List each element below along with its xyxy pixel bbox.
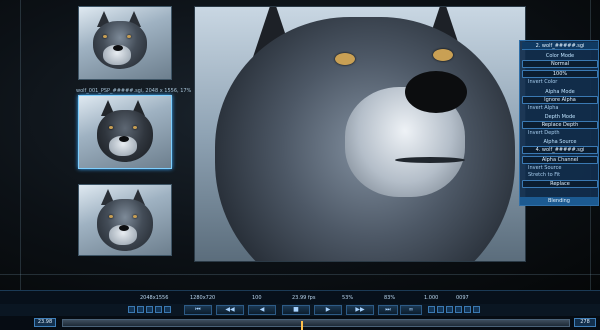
wolf-closeup-image: [195, 7, 525, 261]
alpha-mode-heading: Alpha Mode: [545, 89, 575, 95]
invert-depth-toggle[interactable]: Invert Depth: [522, 130, 598, 136]
invert-alpha-toggle[interactable]: Invert Alpha: [522, 105, 598, 111]
playhead-handle[interactable]: [301, 321, 303, 330]
play-reverse-button[interactable]: ◀: [248, 305, 276, 315]
thumbnail-2[interactable]: [78, 95, 172, 169]
color-mode-heading: Color Mode: [545, 53, 575, 59]
first-frame-button[interactable]: ⏮: [184, 305, 212, 315]
invert-source-toggle[interactable]: Invert Source: [522, 165, 598, 171]
thumbnail-label: wolf_001_PSP_#####.sgi, 2048 x 1556, 17%: [76, 88, 192, 94]
resolution-a: 2048x1556: [140, 295, 169, 301]
view-mode-icon[interactable]: [146, 306, 153, 313]
fps-value: 23.99 fps: [292, 295, 316, 301]
replace-select[interactable]: Replace: [522, 180, 598, 188]
percent-a: 53%: [342, 295, 354, 301]
wolf-image: [93, 100, 163, 168]
timeline-end-field[interactable]: 278: [574, 318, 596, 327]
depth-mode-select[interactable]: Replace Depth: [522, 121, 598, 129]
thumbnail-3[interactable]: [78, 184, 172, 256]
alpha-channel-select[interactable]: Alpha Channel: [522, 156, 598, 164]
option-icon[interactable]: [464, 306, 471, 313]
last-frame-button[interactable]: ⏭: [378, 305, 398, 315]
invert-color-toggle[interactable]: Invert Color: [522, 79, 598, 85]
wolf-image: [89, 11, 159, 79]
view-mode-icon[interactable]: [128, 306, 135, 313]
thumbnail-1[interactable]: [78, 6, 172, 80]
timeline-track[interactable]: [62, 319, 570, 330]
option-icon[interactable]: [455, 306, 462, 313]
wolf-image: [93, 189, 163, 255]
guide-line: [20, 0, 21, 290]
blending-panel: 2. wolf_#####.sgi Color Mode Normal 100%…: [519, 40, 599, 206]
alpha-source-select[interactable]: 4. wolf_#####.sgi: [522, 146, 598, 154]
step-back-button[interactable]: ◀◀: [216, 305, 244, 315]
step-forward-button[interactable]: ▶▶: [346, 305, 374, 315]
option-icon[interactable]: [437, 306, 444, 313]
loop-button[interactable]: ∞: [400, 305, 422, 315]
view-mode-icon[interactable]: [137, 306, 144, 313]
option-icon[interactable]: [473, 306, 480, 313]
view-mode-icon[interactable]: [164, 306, 171, 313]
info-bar: 2048x1556 1280x720 100 23.99 fps 53% 83%…: [0, 290, 600, 304]
timeline-start-field[interactable]: 23.98: [34, 318, 56, 327]
ratio-value: 1.000: [424, 295, 439, 301]
alpha-mode-select[interactable]: Ignore Alpha: [522, 96, 598, 104]
play-button[interactable]: ▶: [314, 305, 342, 315]
depth-mode-heading: Depth Mode: [544, 114, 576, 120]
panel-title: 2. wolf_#####.sgi: [522, 42, 598, 50]
opacity-field[interactable]: 100%: [522, 70, 598, 78]
guide-line: [0, 274, 600, 275]
zoom-value: 100: [252, 295, 262, 301]
percent-b: 83%: [384, 295, 396, 301]
alpha-source-heading: Alpha Source: [543, 139, 577, 145]
option-icon[interactable]: [428, 306, 435, 313]
blending-footer: Blending: [520, 197, 598, 205]
color-mode-select[interactable]: Normal: [522, 60, 598, 68]
timeline: 23.98 278: [0, 316, 600, 330]
viewport-stage: wolf_001_PSP_#####.sgi, 2048 x 1556, 17%: [0, 0, 600, 290]
stop-button[interactable]: ■: [282, 305, 310, 315]
frame-value: 0097: [456, 295, 469, 301]
option-icon[interactable]: [446, 306, 453, 313]
resolution-b: 1280x720: [190, 295, 216, 301]
main-viewer[interactable]: [194, 6, 526, 262]
transport-toolbar: ⏮ ◀◀ ◀ ■ ▶ ▶▶ ⏭ ∞: [0, 304, 600, 316]
stretch-to-fit-toggle[interactable]: Stretch to Fit: [522, 172, 598, 178]
view-mode-icon[interactable]: [155, 306, 162, 313]
